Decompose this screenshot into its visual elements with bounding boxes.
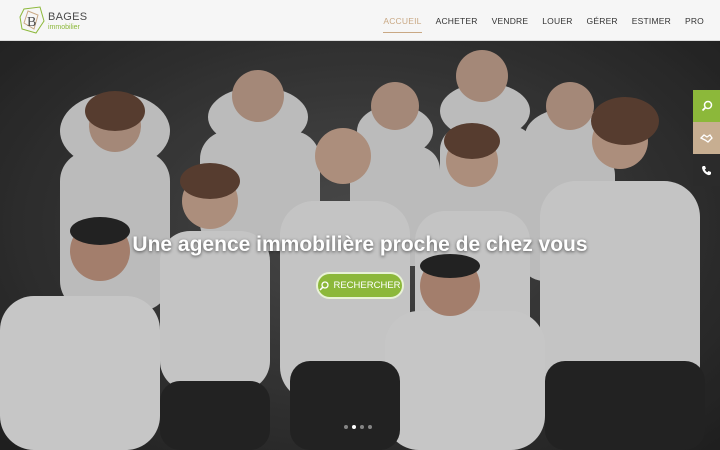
hero-title: Une agence immobilière proche de chez vo… [132, 233, 588, 256]
svg-text:B: B [27, 15, 36, 30]
site-header: B BAGES immobilier ACCUEIL ACHETER VENDR… [0, 0, 720, 41]
nav-acheter[interactable]: ACHETER [436, 13, 478, 29]
search-icon [319, 280, 330, 291]
logo[interactable]: B BAGES immobilier [18, 5, 108, 37]
handshake-icon [700, 134, 713, 143]
nav-accueil[interactable]: ACCUEIL [383, 13, 422, 33]
side-search-button[interactable] [693, 90, 720, 122]
phone-icon [702, 165, 711, 175]
slider-dot[interactable] [360, 425, 364, 429]
hero-slider: Une agence immobilière proche de chez vo… [0, 41, 720, 450]
nav-gerer[interactable]: GÉRER [587, 13, 618, 29]
search-button-label: RECHERCHER [333, 280, 401, 291]
slider-dot[interactable] [368, 425, 372, 429]
logo-name: BAGES [48, 11, 88, 23]
nav-pro[interactable]: PRO [685, 13, 704, 29]
search-button[interactable]: RECHERCHER [316, 272, 404, 299]
logo-subtitle: immobilier [48, 24, 80, 31]
search-icon [701, 100, 712, 112]
slider-dots [344, 425, 372, 429]
slider-dot[interactable] [344, 425, 348, 429]
side-phone-button[interactable] [693, 154, 720, 186]
side-handshake-button[interactable] [693, 122, 720, 154]
nav-vendre[interactable]: VENDRE [492, 13, 529, 29]
nav-estimer[interactable]: ESTIMER [632, 13, 671, 29]
slider-dot[interactable] [352, 425, 356, 429]
main-nav: ACCUEIL ACHETER VENDRE LOUER GÉRER ESTIM… [369, 0, 704, 41]
nav-louer[interactable]: LOUER [542, 13, 572, 29]
logo-icon: B [19, 6, 45, 34]
